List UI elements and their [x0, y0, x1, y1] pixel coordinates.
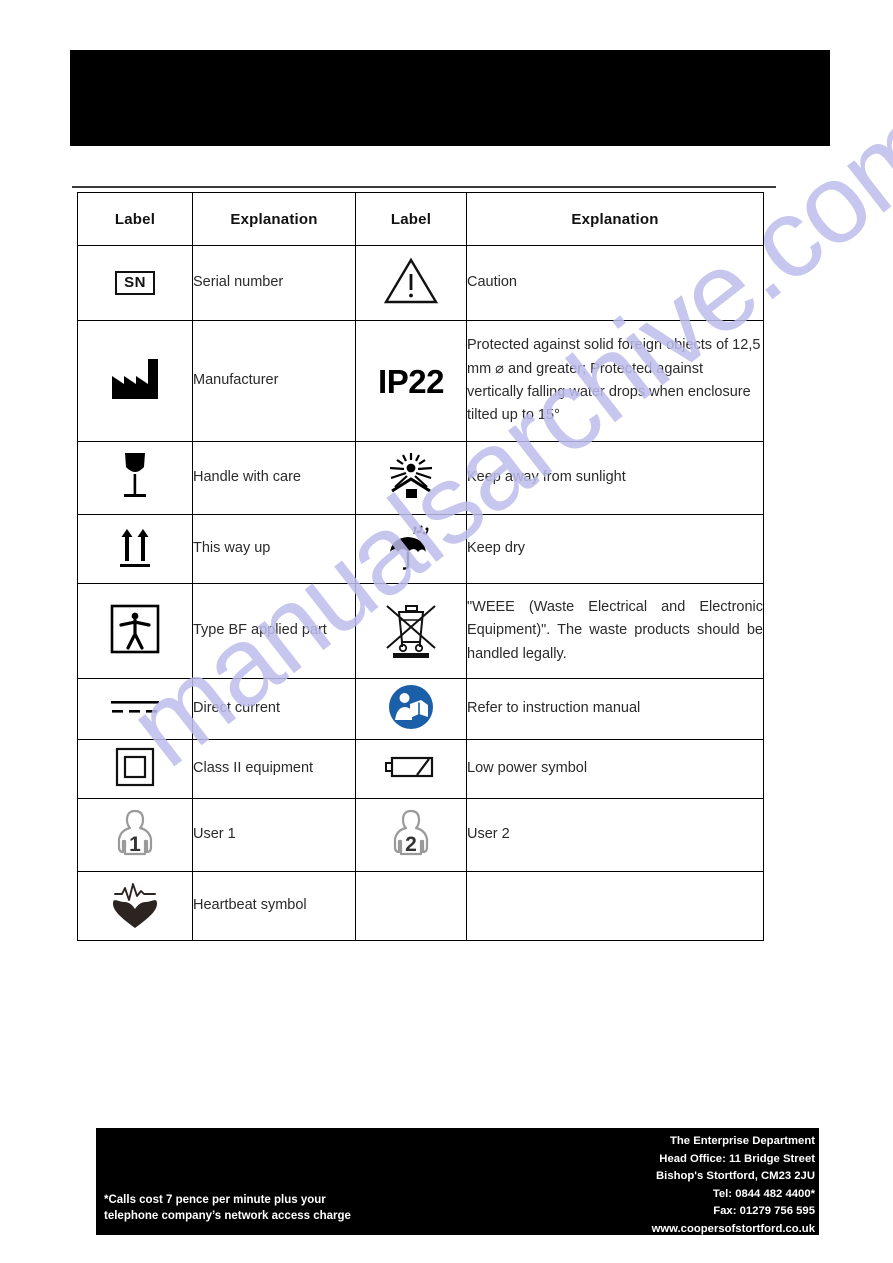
header-black-bar [70, 50, 830, 146]
user-2-icon: 2 [385, 807, 437, 859]
footer-call-charge-disclaimer: *Calls cost 7 pence per minute plus your… [104, 1192, 434, 1225]
low-battery-icon [384, 754, 438, 780]
weee-icon-cell [355, 583, 467, 679]
type-bf-icon-cell [77, 583, 193, 679]
manufacturer-icon-cell [77, 320, 193, 442]
heartbeat-icon [111, 878, 159, 930]
low-battery-text: Low power symbol [466, 739, 764, 799]
class-ii-icon-cell [77, 739, 193, 799]
instruction-manual-text: Refer to instruction manual [466, 678, 764, 740]
ip-rating-text: Protected against solid foreign objects … [466, 320, 764, 442]
table-row: Manufacturer IP22 Protected against soli… [77, 320, 764, 442]
this-way-up-arrows-icon [115, 523, 155, 571]
weee-text: "WEEE (Waste Electrical and Electronic E… [466, 583, 764, 679]
head-office-address: Head Office: 11 Bridge Street [659, 1152, 815, 1165]
disclaimer-line-2: telephone company’s network access charg… [104, 1210, 351, 1223]
caution-text: Caution [466, 245, 764, 321]
user-1-text: User 1 [192, 798, 356, 872]
serial-number-text: Serial number [192, 245, 356, 321]
document-page: manualsarchive.com Label Explanation Lab… [0, 0, 893, 1263]
caution-triangle-icon [383, 257, 439, 305]
header-label-1: Label [77, 192, 193, 246]
direct-current-icon [107, 696, 163, 718]
city-postcode: Bishop's Stortford, CM23 2JU [656, 1170, 815, 1183]
heartbeat-text: Heartbeat symbol [192, 871, 356, 941]
table-row: Heartbeat symbol [77, 871, 764, 941]
symbol-glossary-table: Label Explanation Label Explanation SN S… [77, 192, 764, 941]
manufacturer-text: Manufacturer [192, 320, 356, 442]
fax-number: Fax: 01279 756 595 [713, 1205, 815, 1218]
this-way-up-text: This way up [192, 514, 356, 584]
website-url[interactable]: www.coopersofstortford.co.uk [485, 1221, 815, 1239]
footer-contact-details: The Enterprise Department Head Office: 1… [485, 1133, 815, 1239]
fragile-glass-icon [118, 450, 152, 502]
manufacturer-factory-icon [108, 358, 162, 400]
keep-dry-umbrella-icon [384, 522, 438, 572]
empty-icon-cell [355, 871, 467, 941]
instruction-manual-icon-cell [355, 678, 467, 740]
keep-away-from-sunlight-icon [382, 451, 440, 501]
keep-dry-icon-cell [355, 514, 467, 584]
user-1-icon: 1 [109, 807, 161, 859]
table-row: Type BF applied part "WEEE (Waste Electr… [77, 583, 764, 679]
table-row: 1 User 1 2 User 2 [77, 798, 764, 872]
table-row: This way up Keep dry [77, 514, 764, 584]
weee-crossed-bin-icon [381, 598, 441, 660]
keep-dry-text: Keep dry [466, 514, 764, 584]
class-ii-equipment-icon [115, 747, 155, 787]
table-row: Direct current Refer to instruction manu… [77, 678, 764, 740]
header-explanation-1: Explanation [192, 192, 356, 246]
user-2-icon-cell: 2 [355, 798, 467, 872]
serial-number-icon: SN [115, 270, 155, 296]
direct-current-icon-cell [77, 678, 193, 740]
ip-rating-text-icon: IP22 [378, 362, 444, 400]
sunlight-icon-cell [355, 441, 467, 515]
keep-away-from-sunlight-text: Keep away from sunlight [466, 441, 764, 515]
handle-with-care-text: Handle with care [192, 441, 356, 515]
fragile-icon-cell [77, 441, 193, 515]
table-row: SN Serial number Caution [77, 245, 764, 321]
heartbeat-icon-cell [77, 871, 193, 941]
caution-triangle-icon-cell [355, 245, 467, 321]
user-2-text: User 2 [466, 798, 764, 872]
table-header-row: Label Explanation Label Explanation [77, 192, 764, 246]
low-battery-icon-cell [355, 739, 467, 799]
serial-number-icon-cell: SN [77, 245, 193, 321]
ip-rating-icon-cell: IP22 [355, 320, 467, 442]
this-way-up-icon-cell [77, 514, 193, 584]
class-ii-text: Class II equipment [192, 739, 356, 799]
header-label-2: Label [355, 192, 467, 246]
type-bf-applied-part-icon [110, 604, 160, 654]
empty-text-cell [466, 871, 764, 941]
table-row: Class II equipment Low power symbol [77, 739, 764, 799]
disclaimer-line-1: *Calls cost 7 pence per minute plus your [104, 1194, 326, 1206]
svg-text:1: 1 [129, 833, 141, 856]
header-explanation-2: Explanation [466, 192, 764, 246]
telephone-number: Tel: 0844 482 4400* [712, 1187, 815, 1200]
refer-to-instruction-manual-icon [388, 684, 434, 730]
user-1-icon-cell: 1 [77, 798, 193, 872]
table-row: Handle with care Keep away from sunlight [77, 441, 764, 515]
direct-current-text: Direct current [192, 678, 356, 740]
horizontal-rule [72, 186, 776, 188]
svg-text:2: 2 [405, 833, 417, 856]
type-bf-text: Type BF applied part [192, 583, 356, 679]
company-name: The Enterprise Department [669, 1135, 815, 1147]
